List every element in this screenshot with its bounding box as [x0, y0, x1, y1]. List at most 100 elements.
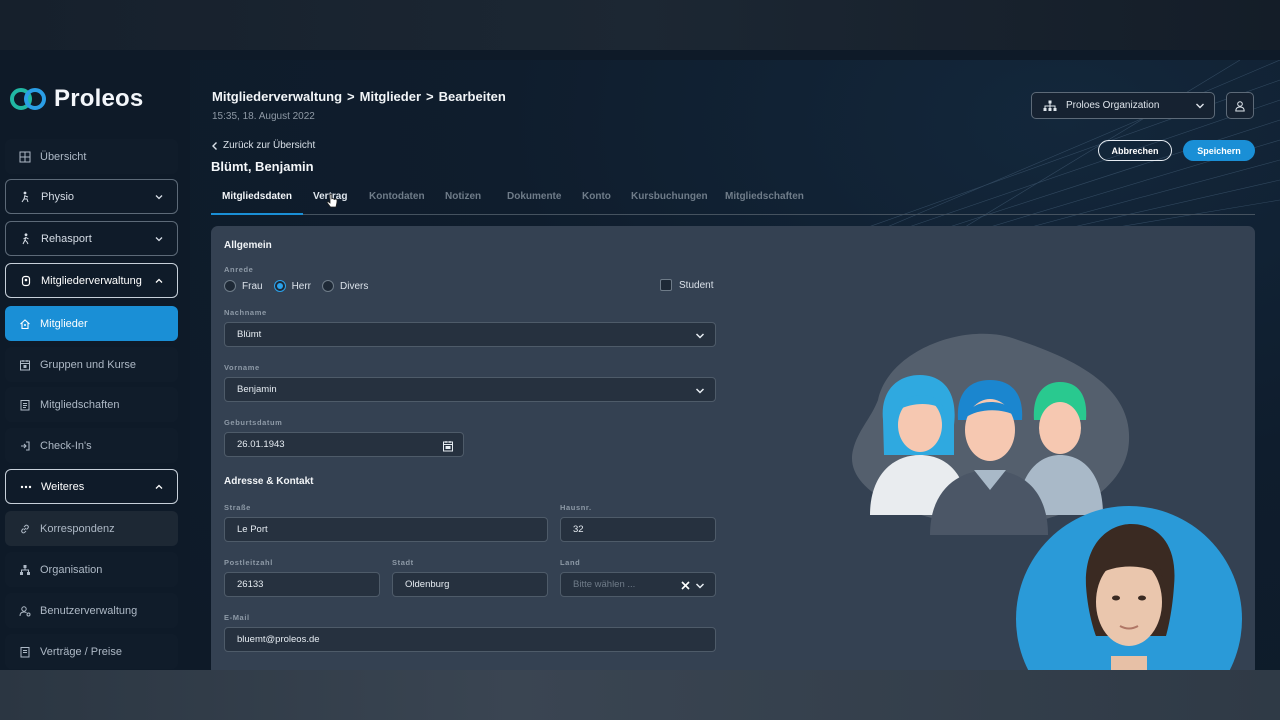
- sidebar-item-label: Übersicht: [40, 150, 87, 163]
- firstname-value: Benjamin: [237, 384, 277, 395]
- sidebar-item-rehasport[interactable]: Rehasport: [5, 221, 178, 256]
- sidebar-item-label: Mitglieder: [40, 317, 88, 330]
- sidebar-item-groups-courses[interactable]: Gruppen und Kurse: [5, 347, 178, 382]
- zip-label: Postleitzahl: [224, 558, 273, 567]
- city-label: Stadt: [392, 558, 414, 567]
- country-placeholder: Bitte wählen ...: [573, 579, 636, 590]
- salutation-label: Anrede: [224, 265, 254, 274]
- org-chart-icon: [18, 563, 32, 577]
- sidebar-item-label: Mitgliedschaften: [40, 398, 120, 411]
- user-profile-button[interactable]: [1226, 92, 1254, 119]
- sidebar-item-more[interactable]: Weiteres: [5, 469, 178, 504]
- email-value: bluemt@proleos.de: [237, 634, 320, 645]
- breadcrumb-item: Bearbeiten: [438, 89, 506, 104]
- radio-option-divers[interactable]: Divers: [322, 280, 368, 292]
- chevron-left-icon: [212, 141, 217, 150]
- houseno-label: Hausnr.: [560, 503, 592, 512]
- cancel-button[interactable]: Abbrechen: [1098, 140, 1172, 161]
- radio-option-herr[interactable]: Herr: [273, 280, 312, 292]
- video-bottom-band: [0, 670, 1280, 720]
- organization-name: Proloes Organization: [1066, 100, 1160, 111]
- brand-logo[interactable]: Proleos: [8, 84, 143, 114]
- timestamp: 15:35, 18. August 2022: [212, 111, 315, 122]
- radio-button-selected[interactable]: [273, 280, 286, 292]
- lastname-field[interactable]: Blümt: [224, 322, 716, 347]
- back-link[interactable]: Zurück zur Übersicht: [211, 140, 315, 151]
- checkin-icon: [18, 439, 32, 453]
- tab-member-data[interactable]: Mitgliedsdaten: [222, 191, 292, 202]
- sidebar-item-checkins[interactable]: Check-In's: [5, 428, 178, 463]
- sidebar-item-member-management[interactable]: Mitgliederverwaltung: [5, 263, 178, 298]
- radio-label: Herr: [291, 280, 312, 292]
- tab-documents[interactable]: Dokumente: [507, 191, 561, 202]
- grid-icon: [18, 150, 32, 164]
- breadcrumb-separator: >: [426, 89, 434, 104]
- sidebar-item-label: Weiteres: [41, 480, 85, 493]
- firstname-field[interactable]: Benjamin: [224, 377, 716, 402]
- zip-field[interactable]: 26133: [224, 572, 380, 597]
- sidebar-item-contracts-prices[interactable]: Verträge / Preise: [5, 634, 178, 669]
- sidebar-item-organisation[interactable]: Organisation: [5, 552, 178, 587]
- chevron-down-icon: [1196, 103, 1204, 109]
- members-group-illustration: [851, 333, 1130, 535]
- save-button[interactable]: Speichern: [1183, 140, 1255, 161]
- sidebar-item-correspondence[interactable]: Korrespondenz: [5, 511, 178, 546]
- section-title-general: Allgemein: [224, 240, 272, 251]
- walking-icon: [19, 232, 33, 246]
- radio-option-frau[interactable]: Frau: [224, 280, 263, 292]
- sidebar-item-members[interactable]: Mitglieder: [5, 306, 178, 341]
- chevron-down-icon: [695, 388, 705, 394]
- document-icon: [18, 398, 32, 412]
- radio-button[interactable]: [322, 280, 335, 292]
- logo-icon: [10, 88, 46, 110]
- radio-label: Divers: [340, 280, 369, 292]
- tab-memberships[interactable]: Mitgliedschaften: [725, 191, 804, 202]
- breadcrumb-item[interactable]: Mitglieder: [360, 89, 421, 104]
- sidebar-item-user-management[interactable]: Benutzerverwaltung: [5, 593, 178, 628]
- email-field[interactable]: bluemt@proleos.de: [224, 627, 716, 652]
- video-top-band: [0, 0, 1280, 50]
- street-label: Straße: [224, 503, 251, 512]
- birthdate-value: 26.01.1943: [237, 439, 285, 450]
- sidebar-item-overview[interactable]: Übersicht: [5, 139, 178, 174]
- calendar-icon: [18, 358, 32, 372]
- breadcrumb-item[interactable]: Mitgliederverwaltung: [212, 89, 342, 104]
- chevron-down-icon: [695, 333, 705, 339]
- mouse-cursor-icon: [326, 193, 338, 208]
- city-value: Oldenburg: [405, 579, 450, 590]
- chevron-down-icon: [155, 195, 163, 200]
- clear-icon[interactable]: [681, 581, 690, 590]
- student-checkbox-row[interactable]: Student: [660, 279, 713, 291]
- sidebar-item-label: Organisation: [40, 563, 103, 576]
- city-field[interactable]: Oldenburg: [392, 572, 548, 597]
- lastname-value: Blümt: [237, 329, 262, 340]
- active-tab-indicator: [211, 213, 303, 215]
- tab-course-bookings[interactable]: Kursbuchungen: [631, 191, 708, 202]
- street-field[interactable]: Le Port: [224, 517, 548, 542]
- app-window: Proleos Übersicht Physio Rehasport Mitgl…: [0, 50, 1280, 670]
- tab-notes[interactable]: Notizen: [445, 191, 481, 202]
- tab-account[interactable]: Konto: [582, 191, 611, 202]
- chevron-up-icon: [155, 484, 163, 489]
- houseno-field[interactable]: 32: [560, 517, 716, 542]
- sidebar-item-label: Korrespondenz: [40, 522, 115, 535]
- user-icon: [1235, 100, 1245, 111]
- birthdate-field[interactable]: 26.01.1943: [224, 432, 464, 457]
- radio-label: Frau: [242, 280, 263, 292]
- sidebar-item-memberships[interactable]: Mitgliedschaften: [5, 387, 178, 422]
- sidebar-item-label: Benutzerverwaltung: [40, 604, 138, 617]
- country-select[interactable]: Bitte wählen ...: [560, 572, 716, 597]
- houseno-value: 32: [573, 524, 584, 535]
- sidebar-item-label: Rehasport: [41, 232, 92, 245]
- calendar-icon[interactable]: [442, 440, 454, 452]
- org-chart-icon: [1043, 100, 1057, 111]
- link-icon: [18, 522, 32, 536]
- zip-value: 26133: [237, 579, 264, 590]
- email-label: E-Mail: [224, 613, 250, 622]
- organization-select[interactable]: Proloes Organization: [1031, 92, 1215, 119]
- sidebar-item-physio[interactable]: Physio: [5, 179, 178, 214]
- radio-button[interactable]: [224, 280, 236, 292]
- student-checkbox[interactable]: [660, 279, 672, 291]
- back-link-label: Zurück zur Übersicht: [223, 140, 316, 151]
- tab-account-data[interactable]: Kontodaten: [369, 191, 425, 202]
